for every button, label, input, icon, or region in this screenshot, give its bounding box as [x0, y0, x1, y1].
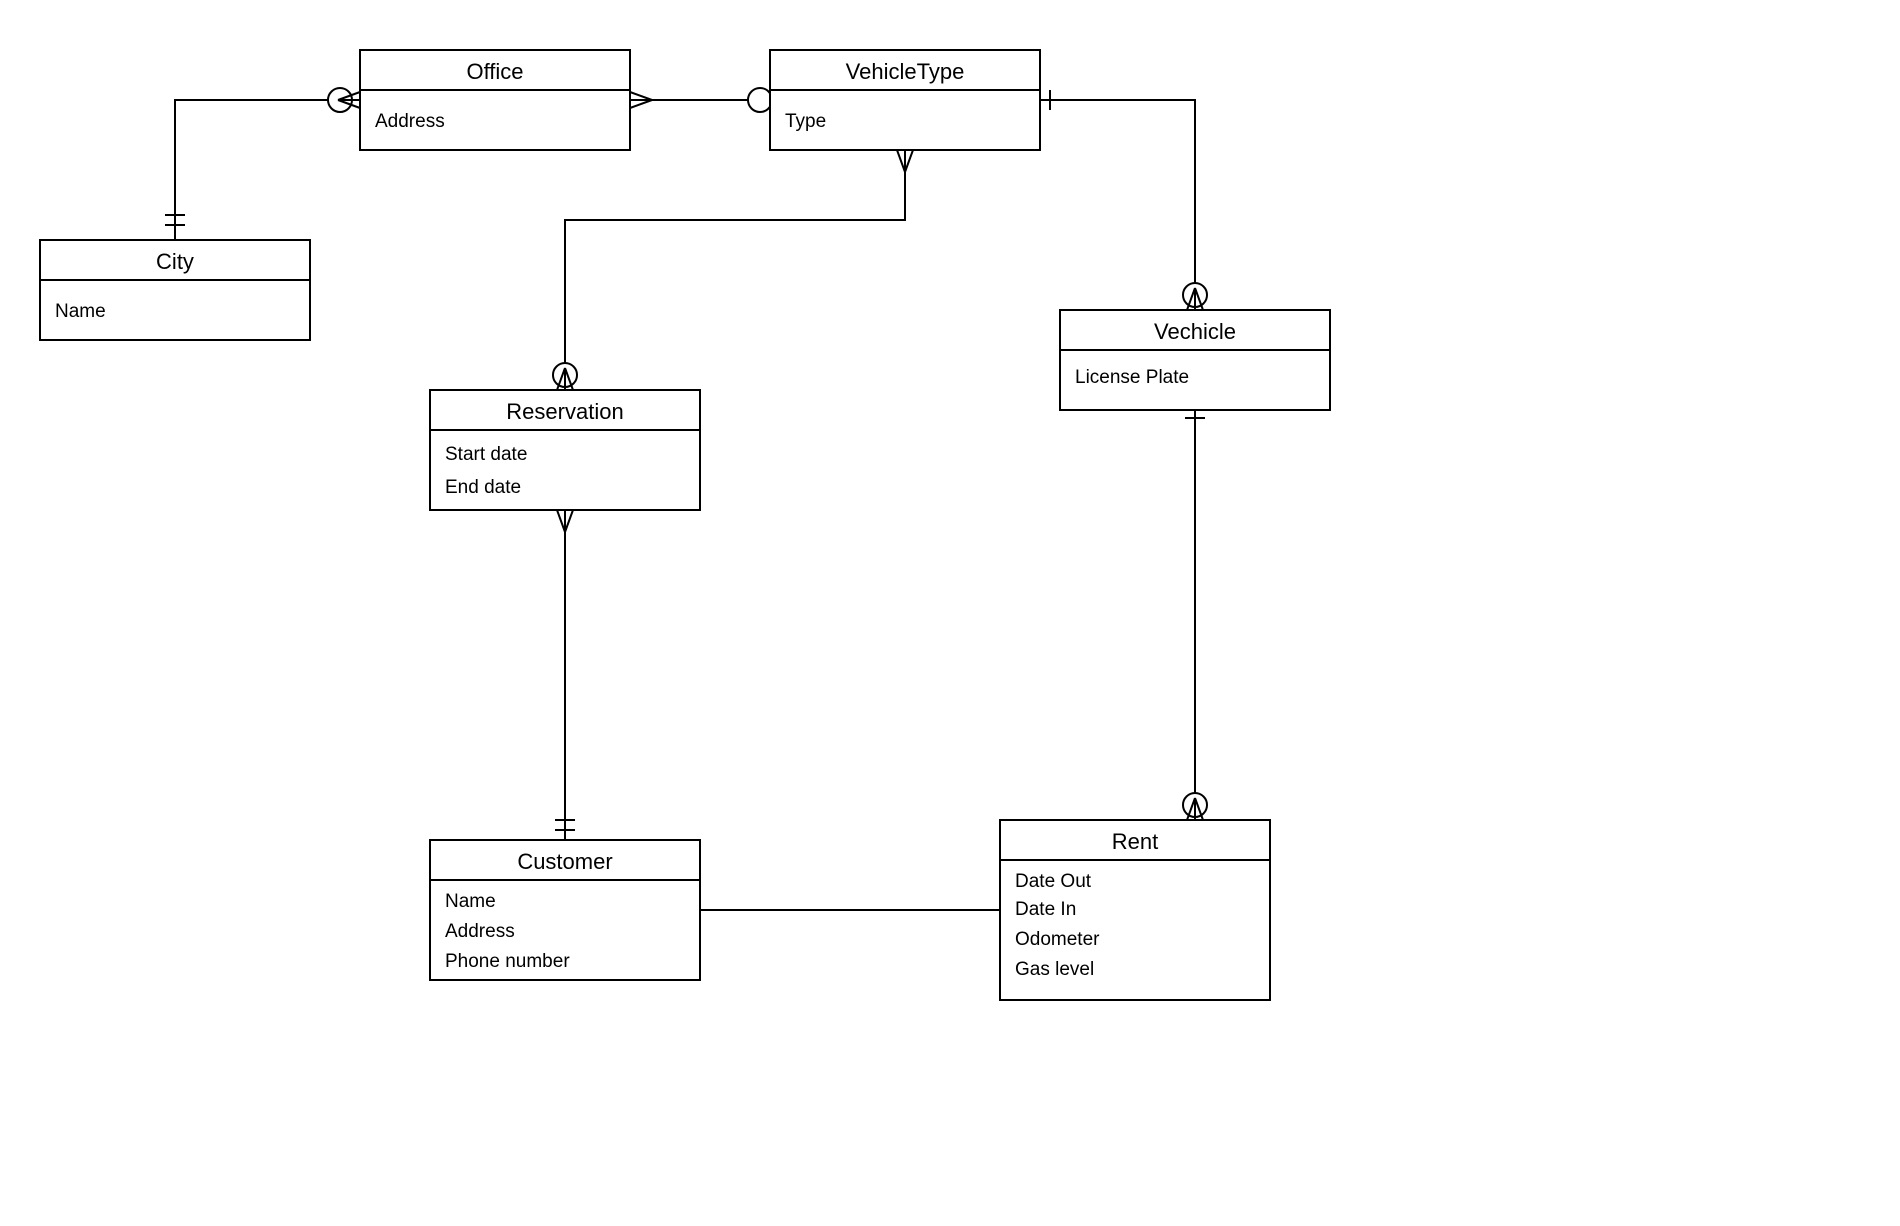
vehicletype-attr-type: Type — [785, 111, 826, 132]
vehicle-entity: Vechicle License Plate — [1060, 310, 1330, 410]
rent-attr-datein: Date In — [1015, 899, 1076, 920]
office-name: Office — [466, 59, 523, 84]
rent-attr-dateout: Date Out — [1015, 871, 1092, 892]
customer-entity: Customer Name Address Phone number — [430, 840, 700, 980]
rent-name: Rent — [1112, 829, 1158, 854]
vehicle-name: Vechicle — [1154, 319, 1236, 344]
office-entity: Office Address — [360, 50, 630, 150]
customer-attr-phone: Phone number — [445, 951, 570, 972]
customer-name: Customer — [517, 849, 612, 874]
vehicletype-entity: VehicleType Type — [770, 50, 1040, 150]
vehicletype-vehicle-connector — [1040, 90, 1207, 310]
office-attr-address: Address — [375, 111, 445, 132]
city-name: City — [156, 249, 194, 274]
city-attr-name: Name — [55, 301, 106, 322]
reservation-attr-enddate: End date — [445, 477, 521, 498]
rent-attr-odometer: Odometer — [1015, 929, 1100, 950]
vehicletype-name: VehicleType — [846, 59, 965, 84]
reservation-attr-startdate: Start date — [445, 444, 527, 465]
city-entity: City Name — [40, 240, 310, 340]
reservation-name: Reservation — [506, 399, 623, 424]
vehicle-attr-licenseplate: License Plate — [1075, 367, 1189, 388]
vehicletype-reservation-connector — [553, 150, 913, 390]
office-vehicletype-connector — [630, 88, 780, 112]
customer-attr-address: Address — [445, 921, 515, 942]
reservation-customer-connector — [555, 510, 575, 840]
customer-attr-name: Name — [445, 891, 496, 912]
rent-attr-gaslevel: Gas level — [1015, 959, 1094, 980]
city-office-connector — [165, 88, 360, 240]
rent-entity: Rent Date Out Date In Odometer Gas level — [1000, 820, 1270, 1000]
customer-rent-connector — [678, 898, 1024, 922]
vehicle-rent-connector — [1183, 408, 1207, 820]
reservation-entity: Reservation Start date End date — [430, 390, 700, 510]
